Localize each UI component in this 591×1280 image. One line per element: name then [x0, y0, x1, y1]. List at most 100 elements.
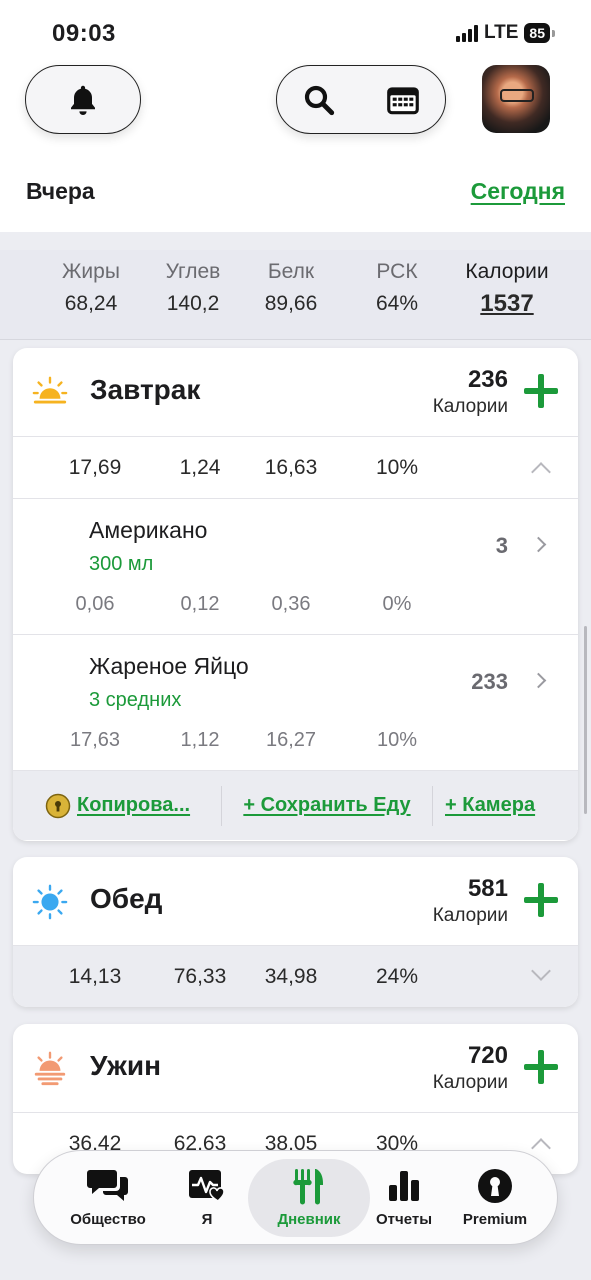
macro-rdi: 24%	[375, 965, 419, 988]
chevron-right-icon	[530, 672, 547, 689]
food-item[interactable]: Жареное Яйцо 3 средних 233 17,63 1,12 16…	[13, 634, 578, 770]
chevron-right-icon	[530, 536, 547, 553]
macro-fat: 17,69	[68, 456, 122, 479]
meal-calories-value: 236	[467, 366, 508, 393]
battery-icon: 85	[524, 23, 550, 43]
summary-label: Углев	[165, 260, 221, 283]
search-icon[interactable]	[301, 82, 337, 118]
macro-protein: 34,98	[264, 965, 318, 988]
battery-tip	[552, 29, 555, 37]
macro-fat: 14,13	[68, 965, 122, 988]
breakfast-header[interactable]: Завтрак 236 Калории	[13, 348, 578, 436]
save-food-link[interactable]: + Сохранить Еду	[243, 794, 410, 816]
keyhole-icon	[478, 1169, 512, 1203]
meal-calories-unit: Калории	[432, 905, 508, 926]
food-item[interactable]: Американо 300 мл 3 0,06 0,12 0,36 0%	[13, 498, 578, 634]
bell-icon	[71, 85, 95, 115]
summary-rdi: РСК 64%	[360, 260, 434, 316]
meal-calories: 720 Калории	[433, 1042, 508, 1094]
tab-label: Дневник	[277, 1211, 341, 1228]
tab-community[interactable]: Общество	[56, 1151, 160, 1244]
chevron-down-icon[interactable]	[531, 961, 551, 981]
tab-label: Отчеты	[375, 1211, 433, 1228]
copy-link[interactable]: Копирова...	[77, 794, 190, 817]
summary-value: 68,24	[64, 292, 118, 315]
calendar-icon[interactable]	[384, 82, 422, 118]
meal-actions: Копирова... + Сохранить Еду + Камера	[13, 770, 578, 840]
summary-fat: Жиры 68,24	[54, 260, 128, 316]
notifications-button[interactable]	[25, 65, 141, 134]
meal-name: Ужин	[90, 1050, 162, 1081]
meal-name: Завтрак	[90, 374, 201, 405]
add-lunch-button[interactable]	[522, 881, 560, 919]
food-quantity: 3 средних	[89, 689, 182, 711]
food-name: Американо	[89, 517, 208, 543]
chevron-up-icon[interactable]	[531, 462, 551, 482]
status-indicators: LTE 85	[455, 22, 555, 44]
summary-label: РСК	[376, 260, 418, 283]
summary-label: Белк	[267, 260, 315, 283]
previous-day-label[interactable]: Вчера	[26, 178, 95, 205]
macro-rdi: 10%	[375, 456, 419, 479]
tab-me[interactable]: Я	[168, 1151, 246, 1244]
food-name: Жареное Яйцо	[89, 653, 249, 679]
gold-lock-icon	[45, 793, 71, 818]
tab-label: Я	[201, 1211, 213, 1228]
summary-value: 89,66	[264, 292, 318, 315]
macro-carbs: 1,12	[180, 729, 220, 751]
copy-action[interactable]: Копирова...	[13, 793, 221, 819]
health-heart-icon	[189, 1170, 225, 1203]
summary-carbs: Углев 140,2	[156, 260, 230, 316]
macro-rdi: 10%	[376, 729, 418, 751]
tab-premium[interactable]: Premium	[450, 1151, 540, 1244]
food-calories: 3	[495, 533, 508, 558]
macro-fat: 17,63	[69, 729, 121, 751]
camera-link[interactable]: + Камера	[445, 794, 535, 816]
lunch-header[interactable]: Обед 581 Калории	[13, 857, 578, 945]
food-calories: 233	[471, 669, 508, 694]
meal-calories-unit: Калории	[432, 396, 508, 417]
summary-protein: Белк 89,66	[254, 260, 328, 316]
breakfast-card: Завтрак 236 Калории 17,69 1,24 16,63 10%…	[13, 348, 578, 841]
meal-name: Обед	[90, 883, 163, 914]
meal-calories-value: 581	[467, 875, 508, 902]
sunset-icon	[34, 1051, 66, 1086]
tab-label: Premium	[462, 1211, 528, 1228]
lunch-card: Обед 581 Калории 14,13 76,33 34,98 24%	[13, 857, 578, 1007]
profile-avatar[interactable]	[482, 65, 550, 133]
macro-carbs: 0,12	[180, 593, 220, 615]
tab-reports[interactable]: Отчеты	[364, 1151, 444, 1244]
summary-value: 140,2	[166, 292, 220, 315]
scroll-indicator[interactable]	[584, 626, 587, 814]
signal-icon	[455, 24, 478, 42]
summary-label: Жиры	[62, 260, 120, 283]
dinner-header[interactable]: Ужин 720 Калории	[13, 1024, 578, 1112]
summary-calories[interactable]: Калории 1537	[452, 260, 562, 318]
bottom-tab-bar: Общество Я Дневник Отчеты Premium	[33, 1150, 558, 1245]
sunrise-icon	[32, 376, 68, 404]
food-quantity: 300 мл	[89, 553, 154, 575]
network-label: LTE	[483, 22, 519, 43]
macro-carbs: 1,24	[179, 456, 221, 479]
daily-summary: Жиры 68,24 Углев 140,2 Белк 89,66 РСК 64…	[0, 250, 591, 340]
bar-chart-icon	[389, 1171, 419, 1201]
add-dinner-button[interactable]	[522, 1048, 560, 1086]
tab-diary[interactable]: Дневник	[248, 1151, 370, 1244]
macro-fat: 0,06	[75, 593, 115, 615]
status-time: 09:03	[52, 20, 116, 47]
meal-calories-unit: Калории	[432, 1072, 508, 1093]
add-breakfast-button[interactable]	[522, 372, 560, 410]
breakfast-macros[interactable]: 17,69 1,24 16,63 10%	[13, 436, 578, 498]
macro-rdi: 0%	[382, 593, 412, 615]
macro-carbs: 76,33	[173, 965, 227, 988]
macro-protein: 0,36	[271, 593, 311, 615]
today-link[interactable]: Сегодня	[471, 178, 565, 205]
chat-bubbles-icon	[87, 1170, 128, 1201]
summary-label: Калории	[465, 260, 549, 283]
sun-icon	[32, 884, 68, 920]
macro-protein: 16,27	[265, 729, 317, 751]
tab-label: Общество	[70, 1211, 146, 1228]
lunch-macros[interactable]: 14,13 76,33 34,98 24%	[13, 945, 578, 1007]
search-calendar-group	[276, 65, 446, 134]
summary-calories-value: 1537	[480, 290, 534, 317]
